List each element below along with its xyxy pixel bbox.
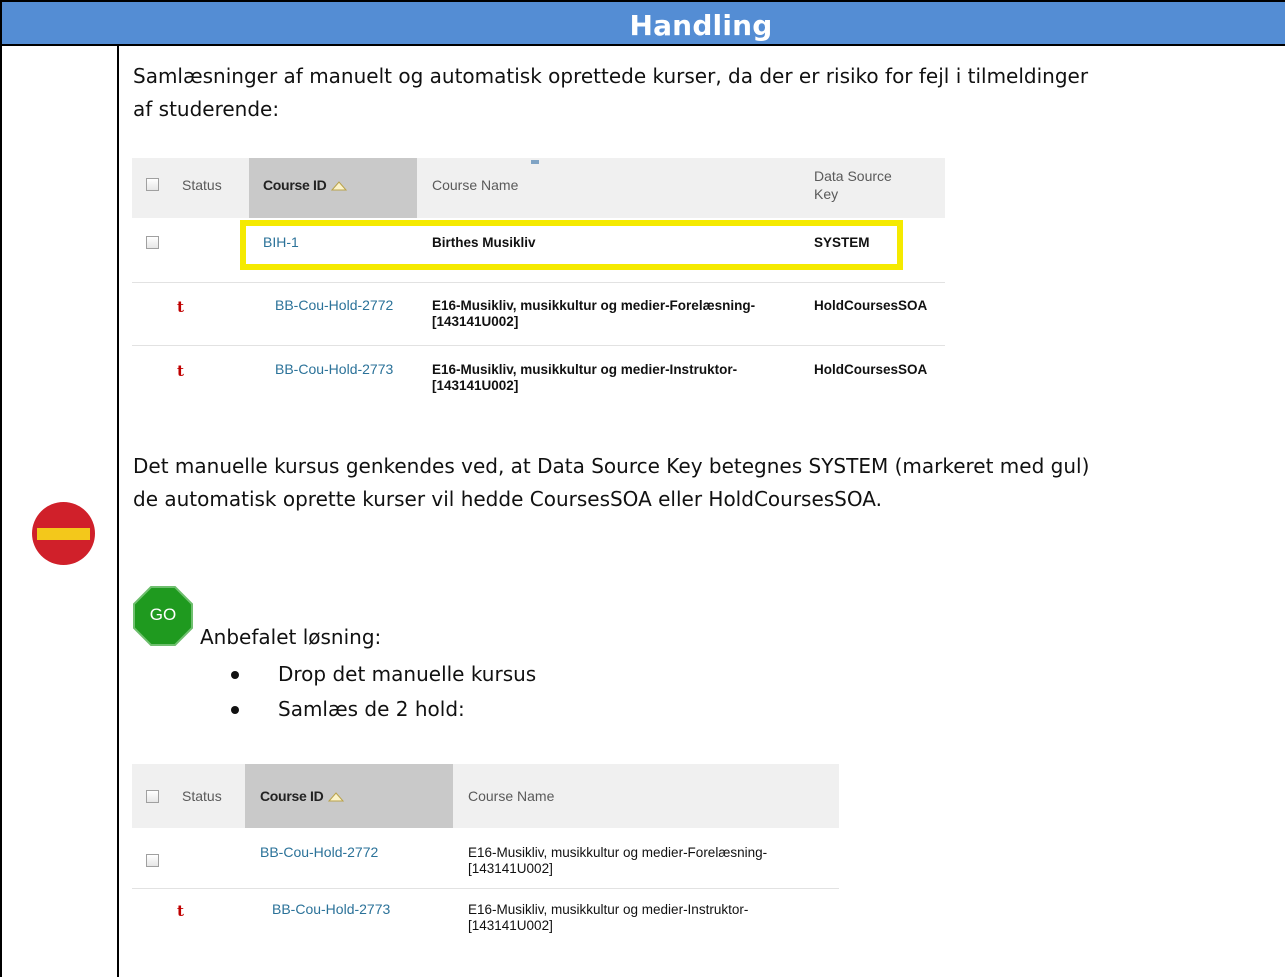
course-name-line-1: E16-Musikliv, musikkultur og medier-Inst… (468, 902, 749, 917)
course-name-header[interactable]: Course Name (468, 788, 554, 804)
course-id-header[interactable]: Course ID (260, 788, 345, 804)
bullet-item-2: Samlæs de 2 hold: (278, 697, 465, 721)
select-all-checkbox[interactable] (146, 790, 159, 803)
course-table-screenshot-2: Status Course ID Course Name BB-Cou-Hold… (132, 764, 839, 944)
course-name-line-2: [143141U002] (432, 314, 519, 329)
course-name-line-1: E16-Musikliv, musikkultur og medier-Fore… (432, 298, 756, 313)
data-source-key-value: HoldCoursesSOA (814, 298, 928, 313)
course-id-link[interactable]: BB-Cou-Hold-2773 (272, 901, 390, 917)
course-name-line-2: [143141U002] (468, 861, 553, 876)
course-name-line-2: [143141U002] (432, 378, 519, 393)
row-checkbox[interactable] (146, 236, 159, 249)
course-id-header[interactable]: Course ID (263, 177, 348, 193)
bullet-icon (231, 671, 239, 679)
course-table-screenshot-1: Status Course ID Course Name Data Source… (132, 158, 945, 407)
document-page: Handling Samlæsninger af manuelt og auto… (0, 0, 1285, 977)
explanation-line-1: Det manuelle kursus genkendes ved, at Da… (133, 454, 1090, 478)
course-name-header[interactable]: Course Name (432, 177, 518, 193)
course-name-line-1: E16-Musikliv, musikkultur og medier-Inst… (432, 362, 738, 377)
select-all-checkbox[interactable] (146, 178, 159, 191)
intro-line-2: af studerende: (133, 97, 280, 121)
bullet-item-1: Drop det manuelle kursus (278, 662, 537, 686)
sort-ascending-icon (328, 792, 345, 802)
child-course-icon: t (177, 362, 184, 380)
data-source-header[interactable]: Data Source (814, 168, 892, 184)
row-checkbox[interactable] (146, 854, 159, 867)
status-header[interactable]: Status (182, 177, 222, 193)
data-source-key-header: Key (814, 186, 839, 202)
go-label: GO (149, 605, 177, 624)
child-course-icon: t (177, 902, 184, 920)
header-cell: Handling (117, 0, 1285, 46)
header-cell-empty (0, 0, 119, 46)
child-course-icon: t (177, 298, 184, 316)
sort-ascending-icon (331, 181, 348, 191)
data-source-key-value: HoldCoursesSOA (814, 362, 928, 377)
course-id-link[interactable]: BB-Cou-Hold-2773 (275, 361, 393, 377)
course-name-line-1: E16-Musikliv, musikkultur og medier-Fore… (468, 845, 768, 860)
no-entry-sign-icon (32, 502, 95, 565)
intro-line-1: Samlæsninger af manuelt og automatisk op… (133, 64, 1089, 88)
recommendation-title: Anbefalet løsning: (200, 625, 382, 649)
status-header[interactable]: Status (182, 788, 222, 804)
explanation-line-2: de automatisk oprette kurser vil hedde C… (133, 487, 882, 511)
go-sign-icon: GO (133, 586, 193, 646)
course-id-link[interactable]: BB-Cou-Hold-2772 (260, 844, 378, 860)
system-highlight-box (240, 220, 903, 270)
course-name-line-2: [143141U002] (468, 918, 553, 933)
course-id-link[interactable]: BB-Cou-Hold-2772 (275, 297, 393, 313)
header-title: Handling (629, 9, 773, 42)
bullet-icon (231, 706, 239, 714)
